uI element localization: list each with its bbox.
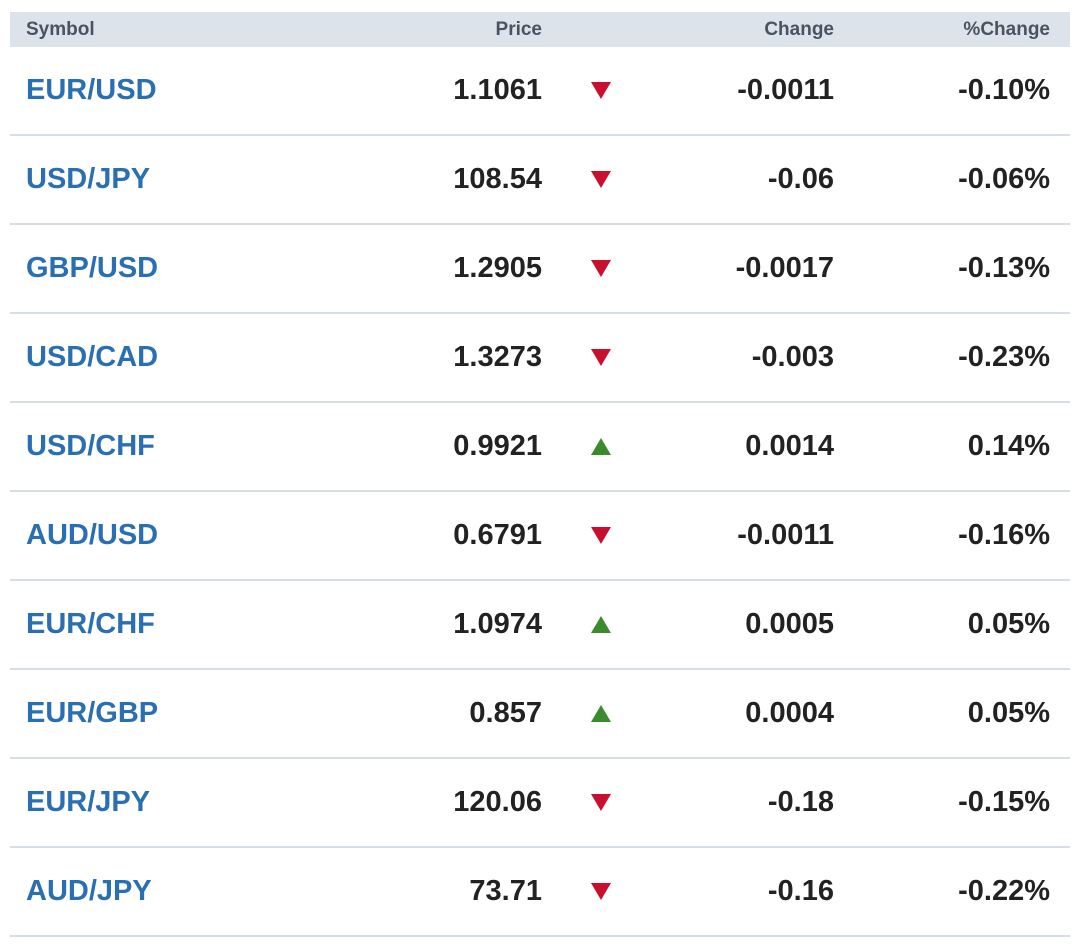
direction-cell (542, 82, 660, 99)
price-cell: 0.6791 (453, 519, 542, 551)
pct-change-cell: -0.13% (958, 252, 1050, 284)
table-row: GBP/USD 1.2905 -0.0017 -0.13% (10, 225, 1070, 314)
change-cell: -0.18 (767, 786, 834, 818)
direction-cell (542, 349, 660, 366)
up-triangle-icon (591, 438, 611, 455)
table-header: Symbol Price Change %Change (10, 12, 1070, 47)
pct-change-cell: -0.16% (958, 519, 1050, 551)
direction-cell (542, 883, 660, 900)
table-row: AUD/JPY 73.71 -0.16 -0.22% (10, 848, 1070, 937)
up-triangle-icon (591, 705, 611, 722)
pct-change-cell: -0.10% (958, 74, 1050, 106)
direction-cell (542, 171, 660, 188)
table-row: USD/CHF 0.9921 0.0014 0.14% (10, 403, 1070, 492)
price-cell: 1.0974 (453, 608, 542, 640)
symbol-link[interactable]: GBP/USD (10, 252, 370, 285)
table-row: USD/JPY 108.54 -0.06 -0.06% (10, 136, 1070, 225)
down-triangle-icon (591, 527, 611, 544)
price-cell: 0.857 (469, 697, 542, 729)
price-cell: 73.71 (469, 875, 542, 907)
symbol-link[interactable]: AUD/USD (10, 519, 370, 552)
table-row: EUR/JPY 120.06 -0.18 -0.15% (10, 759, 1070, 848)
direction-cell (542, 705, 660, 722)
fx-quotes-table: Symbol Price Change %Change EUR/USD 1.10… (10, 12, 1070, 937)
direction-cell (542, 794, 660, 811)
change-cell: 0.0004 (745, 697, 834, 729)
change-cell: -0.06 (767, 163, 834, 195)
change-cell: -0.0017 (735, 252, 834, 284)
down-triangle-icon (591, 349, 611, 366)
down-triangle-icon (591, 171, 611, 188)
pct-change-cell: 0.05% (967, 697, 1050, 729)
table-row: AUD/USD 0.6791 -0.0011 -0.16% (10, 492, 1070, 581)
header-symbol[interactable]: Symbol (10, 19, 370, 41)
symbol-link[interactable]: EUR/GBP (10, 697, 370, 730)
direction-cell (542, 260, 660, 277)
table-row: EUR/USD 1.1061 -0.0011 -0.10% (10, 47, 1070, 136)
pct-change-cell: 0.05% (967, 608, 1050, 640)
price-cell: 120.06 (453, 786, 542, 818)
header-pct-change[interactable]: %Change (834, 19, 1050, 41)
pct-change-cell: -0.15% (958, 786, 1050, 818)
change-cell: 0.0014 (745, 430, 834, 462)
price-cell: 1.3273 (453, 341, 542, 373)
symbol-link[interactable]: USD/JPY (10, 163, 370, 196)
down-triangle-icon (591, 794, 611, 811)
direction-cell (542, 438, 660, 455)
symbol-link[interactable]: AUD/JPY (10, 875, 370, 908)
table-row: EUR/GBP 0.857 0.0004 0.05% (10, 670, 1070, 759)
symbol-link[interactable]: EUR/USD (10, 74, 370, 107)
pct-change-cell: -0.23% (958, 341, 1050, 373)
header-change[interactable]: Change (660, 19, 834, 41)
table-row: USD/CAD 1.3273 -0.003 -0.23% (10, 314, 1070, 403)
down-triangle-icon (591, 82, 611, 99)
price-cell: 1.1061 (453, 74, 542, 106)
header-price[interactable]: Price (370, 19, 542, 41)
pct-change-cell: -0.06% (958, 163, 1050, 195)
symbol-link[interactable]: USD/CAD (10, 341, 370, 374)
symbol-link[interactable]: EUR/CHF (10, 608, 370, 641)
pct-change-cell: -0.22% (958, 875, 1050, 907)
change-cell: -0.0011 (737, 74, 834, 106)
change-cell: -0.0011 (737, 519, 834, 551)
symbol-link[interactable]: EUR/JPY (10, 786, 370, 819)
change-cell: 0.0005 (745, 608, 834, 640)
table-row: EUR/CHF 1.0974 0.0005 0.05% (10, 581, 1070, 670)
change-cell: -0.16 (767, 875, 834, 907)
down-triangle-icon (591, 260, 611, 277)
price-cell: 0.9921 (453, 430, 542, 462)
change-cell: -0.003 (751, 341, 834, 373)
direction-cell (542, 527, 660, 544)
up-triangle-icon (591, 616, 611, 633)
price-cell: 108.54 (453, 163, 542, 195)
down-triangle-icon (591, 883, 611, 900)
price-cell: 1.2905 (453, 252, 542, 284)
symbol-link[interactable]: USD/CHF (10, 430, 370, 463)
pct-change-cell: 0.14% (967, 430, 1050, 462)
direction-cell (542, 616, 660, 633)
